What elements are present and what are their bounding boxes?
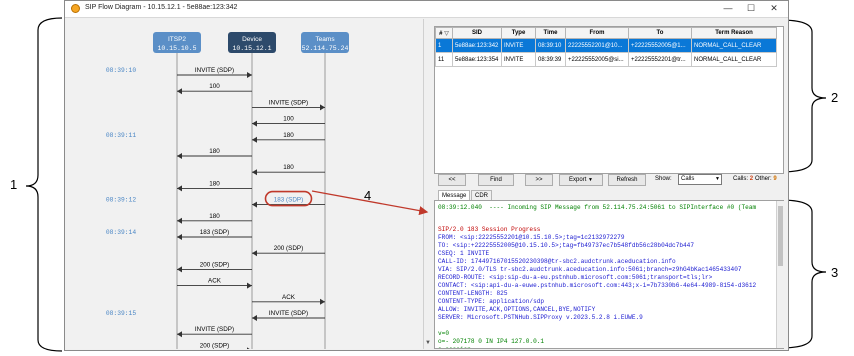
annotation-label-4: 4 [364,188,372,203]
callout-arrow-layer [311,190,429,216]
